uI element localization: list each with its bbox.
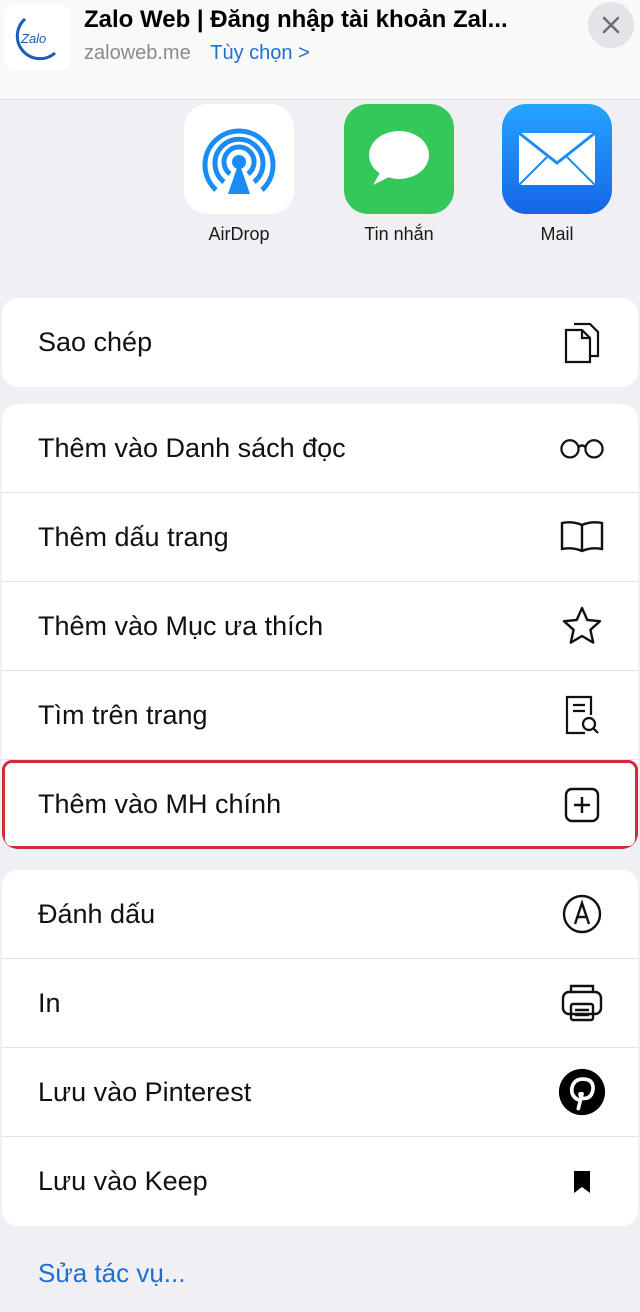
airdrop-icon [184,104,294,214]
action-save-keep[interactable]: Lưu vào Keep [2,1137,638,1226]
action-add-to-home-screen-label: Thêm vào MH chính [38,789,282,819]
action-find-on-page-label: Tìm trên trang [38,699,208,730]
close-icon [602,16,620,34]
messages-icon [344,104,454,214]
share-airdrop-label: AirDrop [208,224,270,244]
options-link[interactable]: Tùy chọn > [210,42,310,64]
action-save-pinterest[interactable]: Lưu vào Pinterest [2,1048,638,1137]
copy-icon [558,319,606,367]
markup-icon [558,890,606,938]
page-domain: zaloweb.me [84,42,191,64]
action-save-pinterest-label: Lưu vào Pinterest [38,1076,252,1107]
action-print[interactable]: In [2,959,638,1048]
action-print-label: In [38,987,61,1018]
action-add-favorites[interactable]: Thêm vào Mục ưa thích [2,582,638,671]
share-mail-label: Mail [540,224,574,244]
page-subtitle: zaloweb.me Tùy chọn > [84,42,310,65]
action-find-on-page[interactable]: Tìm trên trang [2,671,638,760]
close-button[interactable] [588,2,634,48]
edit-actions-link[interactable]: Sửa tác vụ... [38,1258,185,1289]
share-mail[interactable]: Mail [502,104,612,245]
actions-group-copy: Sao chép [2,298,638,387]
share-targets-row: AirDrop Tin nhắn Mail [0,104,640,264]
share-sheet-header: Zalo Zalo Web | Đăng nhập tài khoản Zal.… [0,0,640,100]
share-messages-label: Tin nhắn [364,224,434,244]
action-save-keep-label: Lưu vào Keep [38,1166,208,1196]
action-add-favorites-label: Thêm vào Mục ưa thích [38,610,324,641]
action-add-bookmark-label: Thêm dấu trang [38,521,229,552]
star-icon [558,602,606,650]
share-airdrop[interactable]: AirDrop [184,104,294,245]
action-add-bookmark[interactable]: Thêm dấu trang [2,493,638,582]
action-reading-list-label: Thêm vào Danh sách đọc [38,432,346,463]
print-icon [558,979,606,1027]
action-add-to-home-screen[interactable]: Thêm vào MH chính [2,760,638,849]
reading-list-icon [558,424,606,472]
zalo-app-icon: Zalo [4,4,70,70]
find-on-page-icon [558,691,606,739]
action-markup-label: Đánh dấu [38,898,156,929]
page-title: Zalo Web | Đăng nhập tài khoản Zal... [84,6,508,33]
action-markup[interactable]: Đánh dấu [2,870,638,959]
action-copy[interactable]: Sao chép [2,298,638,387]
share-messages[interactable]: Tin nhắn [344,104,454,245]
actions-group-extensions: Đánh dấu In Lưu vào Pinterest Lưu vào Ke… [2,870,638,1226]
action-reading-list[interactable]: Thêm vào Danh sách đọc [2,404,638,493]
svg-text:Zalo: Zalo [20,31,46,46]
bookmark-icon [558,1158,606,1206]
actions-group-page: Thêm vào Danh sách đọc Thêm dấu trang Th… [2,404,638,849]
mail-icon [502,104,612,214]
action-copy-label: Sao chép [38,327,153,357]
pinterest-icon [558,1068,606,1116]
add-square-icon [558,781,606,829]
book-icon [558,513,606,561]
